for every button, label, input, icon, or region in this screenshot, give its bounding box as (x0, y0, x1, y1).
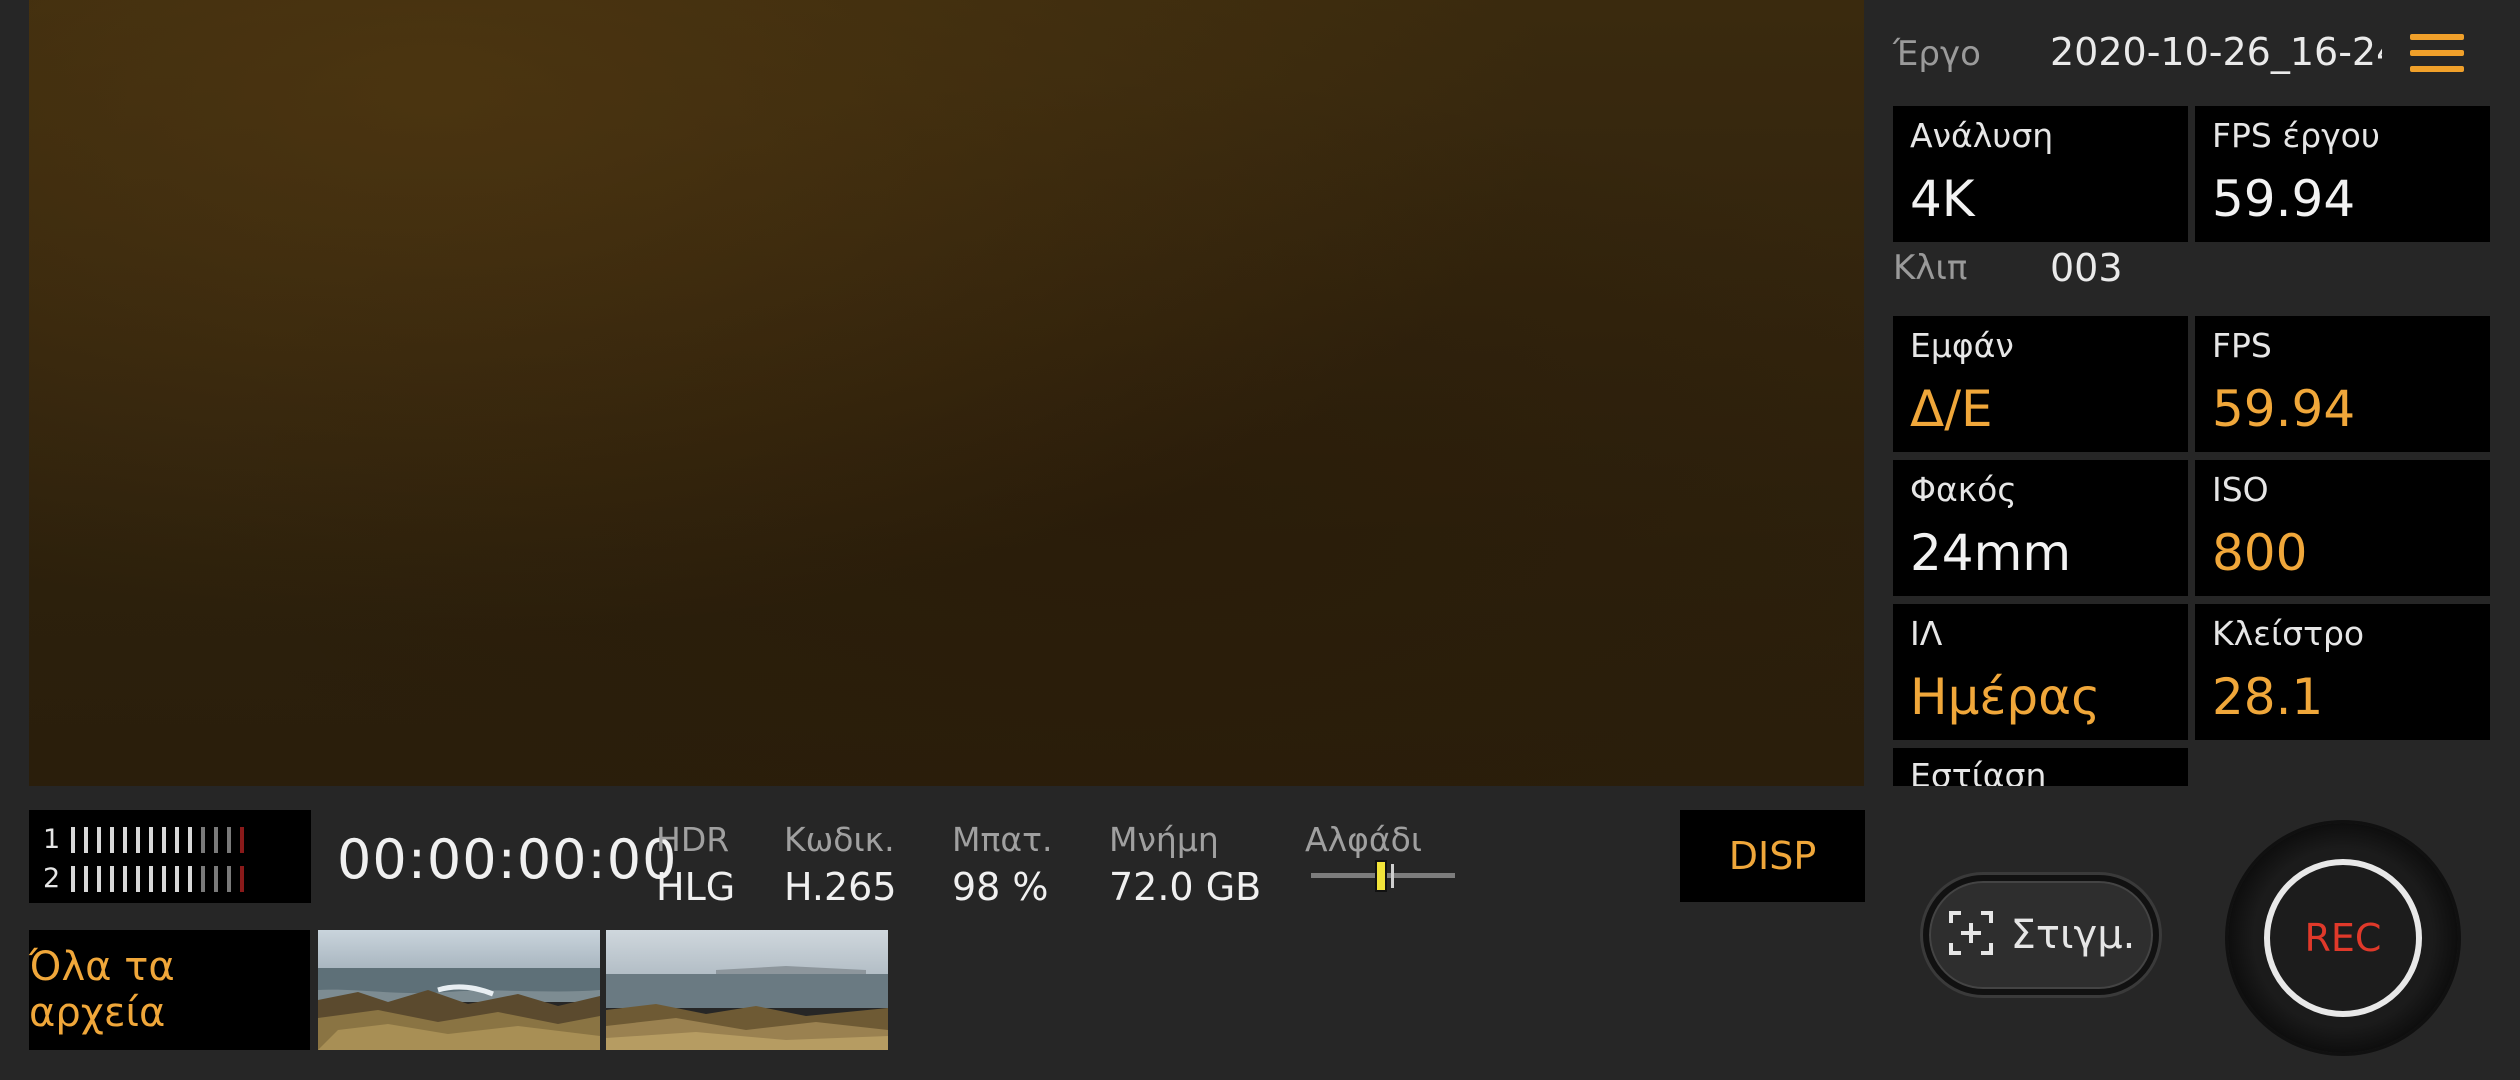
hamburger-menu-icon[interactable] (2410, 34, 2464, 74)
iso-tile[interactable]: ISO 800 (2195, 460, 2490, 596)
project-fps-tile[interactable]: FPS έργου 59.94 (2195, 106, 2490, 242)
timecode: 00:00:00:00 (337, 828, 678, 891)
resolution-value: 4K (1910, 170, 1975, 228)
lens-value: 24mm (1910, 524, 2072, 582)
all-files-button[interactable]: Όλα τα αρχεία (29, 930, 310, 1050)
battery-value: 98 % (952, 865, 1049, 909)
record-button[interactable]: REC (2228, 823, 2458, 1053)
audio-channel-1-row: 1 (43, 824, 253, 855)
clip-thumbnail-1[interactable] (318, 930, 600, 1050)
level-indicator (1311, 860, 1455, 892)
project-value[interactable]: 2020-10-26_16-24-0 (2050, 30, 2382, 74)
shutter-label: Κλείστρο (2212, 614, 2365, 653)
battery-status: Μπατ. 98 % (952, 820, 1052, 909)
codec-value: H.265 (784, 865, 897, 909)
level-label: Αλφάδι (1305, 820, 1422, 859)
fps-label: FPS (2212, 326, 2272, 365)
snapshot-frame-icon (1947, 909, 1995, 961)
shutter-value: 28.1 (2212, 668, 2324, 726)
clip-thumbnail-2[interactable] (606, 930, 888, 1050)
level-indicator-marker (1375, 860, 1387, 892)
project-fps-label: FPS έργου (2212, 116, 2380, 155)
hdr-value: HLG (656, 865, 736, 909)
battery-label: Μπατ. (952, 820, 1053, 859)
snapshot-label: Στιγμ. (2010, 912, 2136, 958)
camera-viewfinder[interactable] (29, 0, 1864, 786)
clip-label: Κλιπ (1893, 248, 1968, 288)
hdr-status: HDR HLG (656, 820, 735, 909)
lens-tile[interactable]: Φακός 24mm (1893, 460, 2188, 596)
hdr-label: HDR (656, 820, 730, 859)
record-label: REC (2304, 916, 2382, 960)
iso-value: 800 (2212, 524, 2308, 582)
audio-channel-2-label: 2 (43, 863, 61, 894)
lens-label: Φακός (1910, 470, 2017, 509)
disp-button[interactable]: DISP (1680, 810, 1865, 902)
clip-value: 003 (2050, 246, 2123, 290)
look-label: Εμφάν (1910, 326, 2014, 365)
look-tile[interactable]: Εμφάν Δ/Ε (1893, 316, 2188, 452)
codec-label: Κωδικ. (784, 820, 895, 859)
project-label: Έργο (1893, 34, 1981, 74)
white-balance-tile[interactable]: ΙΛ Ημέρας (1893, 604, 2188, 740)
resolution-label: Ανάλυση (1910, 116, 2054, 155)
look-value: Δ/Ε (1910, 380, 1993, 438)
audio-level-meter: 1 2 (29, 810, 311, 903)
camera-app: Έργο 2020-10-26_16-24-0 Ανάλυση 4K FPS έ… (0, 0, 2520, 1080)
project-fps-value: 59.94 (2212, 170, 2356, 228)
memory-label: Μνήμη (1109, 820, 1219, 859)
white-balance-value: Ημέρας (1910, 668, 2101, 726)
fps-tile[interactable]: FPS 59.94 (2195, 316, 2490, 452)
codec-status: Κωδικ. H.265 (784, 820, 897, 909)
white-balance-label: ΙΛ (1910, 614, 1943, 653)
iso-label: ISO (2212, 470, 2269, 509)
snapshot-button[interactable]: Στιγμ. (1923, 875, 2159, 995)
shutter-tile[interactable]: Κλείστρο 28.1 (2195, 604, 2490, 740)
focus-label: Εστίαση (1910, 756, 2047, 786)
record-ring: REC (2264, 859, 2422, 1017)
resolution-tile[interactable]: Ανάλυση 4K (1893, 106, 2188, 242)
audio-channel-1-label: 1 (43, 824, 61, 855)
focus-tile[interactable]: Εστίαση (1893, 748, 2188, 786)
fps-value: 59.94 (2212, 380, 2356, 438)
audio-channel-2-row: 2 (43, 863, 253, 894)
memory-value: 72.0 GB (1109, 865, 1262, 909)
level-status: Αλφάδι (1305, 820, 1422, 859)
memory-status: Μνήμη 72.0 GB (1109, 820, 1261, 909)
